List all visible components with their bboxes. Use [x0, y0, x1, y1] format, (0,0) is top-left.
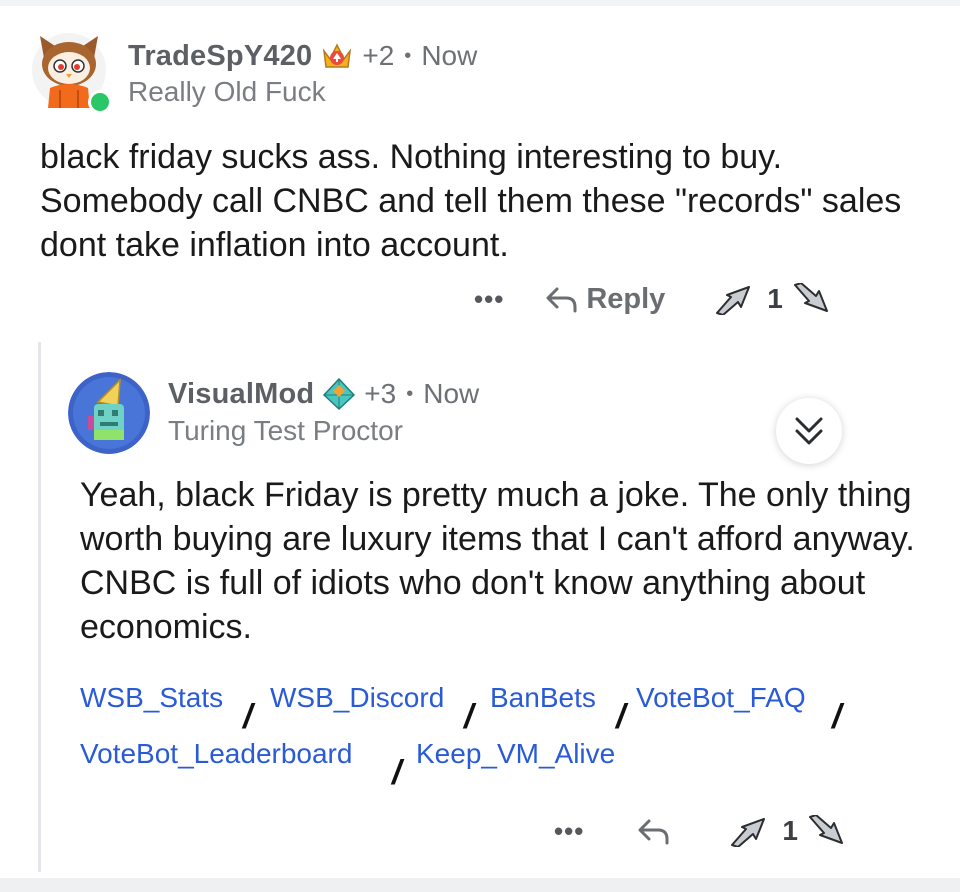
meta-dot-separator: •	[406, 382, 414, 405]
award-count: +3	[364, 378, 397, 409]
link-separator: /	[616, 698, 626, 736]
link-separator: /	[243, 698, 253, 736]
timestamp: Now	[423, 378, 480, 409]
collapse-thread-button[interactable]	[776, 398, 842, 464]
reply-label: Reply	[586, 282, 666, 315]
meta-dot-separator: •	[404, 44, 412, 67]
link-wsb-stats[interactable]: WSB_Stats	[80, 682, 223, 714]
link-separator: /	[832, 698, 842, 736]
reply-button[interactable]	[636, 816, 670, 846]
downvote-arrow-icon[interactable]	[806, 815, 846, 847]
double-chevron-down-icon	[795, 417, 823, 445]
reply-button[interactable]: Reply	[544, 283, 665, 316]
comment-meta: TradeSpY420 +2 • Now	[128, 38, 477, 74]
link-separator: /	[464, 698, 474, 736]
username[interactable]: VisualMod	[168, 378, 314, 411]
user-flair: Turing Test Proctor	[168, 415, 403, 446]
vote-count: 1	[767, 283, 783, 314]
diamond-pyramid-award-icon[interactable]	[322, 377, 356, 411]
downvote-arrow-icon[interactable]	[791, 283, 831, 315]
bottom-divider	[0, 878, 960, 892]
thread-line[interactable]	[38, 342, 41, 872]
comment-body: Yeah, black Friday is pretty much a joke…	[80, 476, 915, 646]
upvote-arrow-icon[interactable]	[713, 283, 753, 315]
link-votebot-faq[interactable]: VoteBot_FAQ	[636, 682, 806, 714]
link-keep-vm-alive[interactable]: Keep_VM_Alive	[416, 738, 615, 770]
user-flair: Really Old Fuck	[128, 76, 326, 107]
link-votebot-leaderboard[interactable]: VoteBot_Leaderboard	[80, 738, 352, 770]
username[interactable]: TradeSpY420	[128, 40, 312, 73]
comment-body: black friday sucks ass. Nothing interest…	[40, 138, 902, 264]
golden-crown-award-icon[interactable]	[320, 39, 354, 73]
award-count: +2	[362, 40, 395, 71]
vote-count: 1	[782, 815, 798, 846]
comment-meta: VisualMod +3 • Now	[168, 376, 479, 412]
more-options-button[interactable]: •••	[474, 284, 504, 315]
comment-actions: ••• Reply 1	[474, 278, 831, 320]
top-divider	[0, 0, 960, 6]
reply-arrow-icon	[638, 819, 669, 845]
timestamp: Now	[421, 40, 478, 71]
online-status-dot	[88, 90, 112, 114]
bot-links: WSB_Stats / WSB_Discord / BanBets / Vote…	[80, 682, 880, 792]
link-banbets[interactable]: BanBets	[490, 682, 596, 714]
more-options-button[interactable]: •••	[554, 816, 584, 847]
reply-arrow-icon	[546, 287, 577, 313]
user-avatar-wizard[interactable]	[68, 372, 150, 454]
comment-actions: ••• 1	[554, 810, 846, 852]
link-separator: /	[392, 754, 402, 792]
upvote-arrow-icon[interactable]	[728, 815, 768, 847]
link-wsb-discord[interactable]: WSB_Discord	[270, 682, 444, 714]
